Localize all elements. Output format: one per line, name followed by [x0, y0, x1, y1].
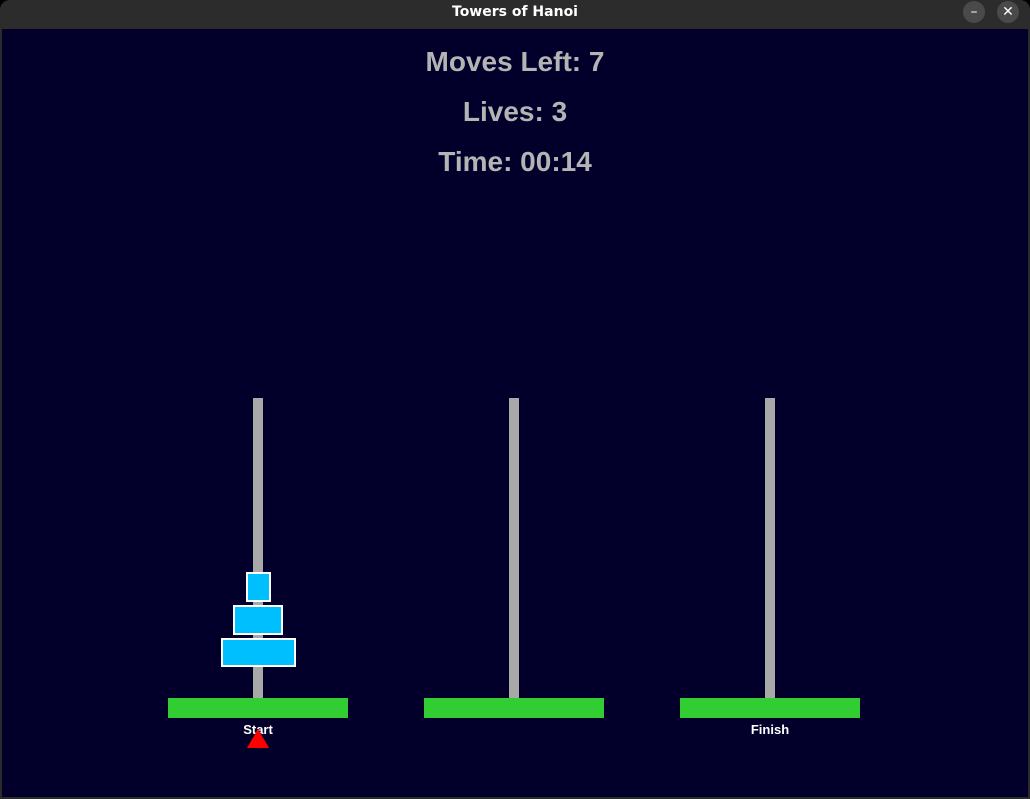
- title-bar[interactable]: Towers of Hanoi – ✕: [0, 0, 1030, 29]
- app-window: Towers of Hanoi – ✕ Moves Left: 7 Lives:…: [0, 0, 1030, 799]
- close-button[interactable]: ✕: [997, 1, 1019, 23]
- game-canvas[interactable]: Moves Left: 7 Lives: 3 Time: 00:14 Start…: [2, 29, 1028, 797]
- disk-small[interactable]: [246, 572, 271, 602]
- peg-middle[interactable]: [509, 398, 519, 698]
- base-start[interactable]: [168, 698, 348, 718]
- disk-medium[interactable]: [233, 605, 283, 635]
- disk-large[interactable]: [221, 638, 296, 667]
- time-text: Time: 00:14: [438, 146, 592, 177]
- peg-finish[interactable]: [765, 398, 775, 698]
- lives-text: Lives: 3: [462, 96, 568, 127]
- window-title: Towers of Hanoi: [452, 4, 578, 20]
- base-finish[interactable]: [680, 698, 860, 718]
- tower-label-finish: Finish: [750, 722, 790, 737]
- minimize-button[interactable]: –: [963, 1, 985, 23]
- base-middle[interactable]: [424, 698, 604, 718]
- selector-arrow-icon: [247, 729, 269, 748]
- moves-left-text: Moves Left: 7: [425, 46, 605, 77]
